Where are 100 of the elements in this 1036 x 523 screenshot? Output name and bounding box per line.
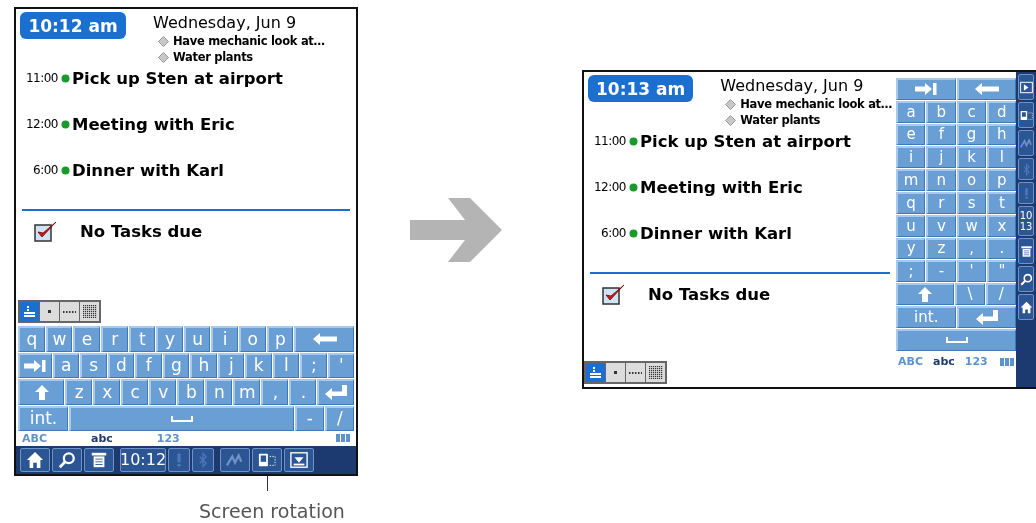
keyboard-key[interactable]: c: [121, 379, 149, 405]
task-preview[interactable]: Water plants: [173, 50, 253, 64]
keyboard-key[interactable]: ;: [300, 352, 327, 378]
home-button[interactable]: [1018, 294, 1034, 320]
keyboard-key[interactable]: k: [245, 352, 272, 378]
keyboard-key[interactable]: a: [896, 100, 926, 123]
keyboard-key[interactable]: [896, 78, 956, 100]
input-mode-tab[interactable]: ABC: [898, 355, 923, 369]
keyboard-key[interactable]: z: [65, 379, 93, 405]
appointment-title[interactable]: Dinner with Karl: [72, 160, 224, 180]
keyboard-key[interactable]: g: [162, 352, 190, 378]
keyboard-key[interactable]: /: [985, 283, 1016, 305]
keyboard-key[interactable]: [956, 305, 1016, 328]
task-preview[interactable]: Have mechanic look at…: [740, 97, 892, 111]
keyboard-key[interactable]: a: [52, 352, 80, 378]
keyboard-key[interactable]: .: [289, 379, 317, 405]
appointment-title[interactable]: Pick up Sten at airport: [72, 68, 283, 88]
view-button[interactable]: [20, 302, 39, 321]
input-mode-tab[interactable]: 123: [156, 431, 180, 445]
clock-button[interactable]: 10 13: [1018, 206, 1034, 236]
menu-button[interactable]: [84, 448, 114, 472]
keyboard-key[interactable]: r: [100, 326, 128, 352]
keyboard-key[interactable]: d: [107, 352, 135, 378]
keyboard-key[interactable]: w: [45, 326, 73, 352]
keyboard-key[interactable]: [18, 379, 65, 405]
keyboard-key[interactable]: y: [156, 326, 183, 352]
keyboard-key[interactable]: t: [986, 192, 1016, 214]
task-preview[interactable]: Have mechanic look at…: [173, 34, 325, 48]
view-button[interactable]: [40, 302, 59, 321]
clock-badge[interactable]: 10:13 am: [588, 75, 694, 102]
keyboard-key[interactable]: n: [926, 169, 956, 191]
keyboard-key[interactable]: j: [217, 352, 245, 378]
keyboard-key[interactable]: .: [986, 237, 1016, 260]
input-mode-tab[interactable]: abc: [91, 431, 113, 445]
view-button[interactable]: [606, 363, 625, 382]
keyboard-key[interactable]: v: [926, 214, 956, 237]
keyboard-key[interactable]: ,: [261, 379, 289, 405]
keyboard-key[interactable]: o: [239, 326, 266, 352]
keyboard-key[interactable]: k: [956, 146, 986, 169]
appointment-title[interactable]: Dinner with Karl: [640, 223, 792, 243]
keyboard-key[interactable]: [317, 379, 354, 405]
menu-button[interactable]: [1018, 238, 1034, 264]
keyboard-key[interactable]: [294, 326, 354, 352]
keyboard-key[interactable]: -: [926, 260, 956, 283]
keyboard-key[interactable]: j: [926, 146, 956, 169]
find-button[interactable]: [1018, 266, 1034, 292]
view-button[interactable]: [586, 363, 605, 382]
keyboard-key[interactable]: -: [294, 405, 324, 431]
keyboard-key[interactable]: ;: [896, 260, 926, 283]
keyboard-key[interactable]: c: [956, 100, 986, 123]
keyboard-key[interactable]: o: [956, 169, 986, 191]
keyboard-key[interactable]: r: [926, 192, 956, 214]
keyboard-key[interactable]: [956, 78, 1016, 100]
find-button[interactable]: [52, 448, 82, 472]
input-area-button[interactable]: [1018, 74, 1034, 100]
view-button[interactable]: [626, 363, 645, 382]
keyboard-key[interactable]: y: [896, 237, 926, 260]
keyboard-key[interactable]: h: [986, 123, 1016, 146]
keyboard-key[interactable]: w: [956, 214, 986, 237]
keyboard-key[interactable]: p: [266, 326, 294, 352]
appointment-title[interactable]: Meeting with Eric: [640, 177, 803, 197]
keyboard-key[interactable]: g: [956, 123, 986, 146]
clock-badge[interactable]: 10:12 am: [20, 12, 126, 39]
keyboard-key[interactable]: s: [956, 192, 986, 214]
keyboard-key[interactable]: q: [896, 192, 926, 214]
keyboard-key[interactable]: s: [80, 352, 107, 378]
keyboard-key[interactable]: [18, 352, 52, 378]
keyboard-key[interactable]: f: [135, 352, 162, 378]
keyboard-key[interactable]: v: [149, 379, 177, 405]
keyboard-key[interactable]: int.: [18, 405, 68, 431]
home-button[interactable]: [20, 448, 50, 472]
keyboard-key[interactable]: t: [128, 326, 156, 352]
keyboard-key[interactable]: m: [233, 379, 261, 405]
keyboard-key[interactable]: b: [926, 100, 956, 123]
keyboard-key[interactable]: f: [926, 123, 956, 146]
keyboard-key[interactable]: q: [18, 326, 45, 352]
keyboard-key[interactable]: p: [986, 169, 1016, 191]
input-mode-tab[interactable]: ABC: [22, 431, 47, 445]
view-button[interactable]: [80, 302, 99, 321]
keyboard-key[interactable]: e: [896, 123, 926, 146]
keyboard-key[interactable]: z: [926, 237, 956, 260]
keyboard-key[interactable]: n: [205, 379, 233, 405]
keyboard-key[interactable]: [896, 328, 1016, 351]
screen-rotation-button[interactable]: [1018, 102, 1034, 128]
keyboard-key[interactable]: l: [986, 146, 1016, 169]
keyboard-key[interactable]: u: [896, 214, 926, 237]
input-mode-tab[interactable]: abc: [933, 355, 955, 369]
clock-button[interactable]: 10:12: [120, 448, 166, 472]
keyboard-key[interactable]: ": [986, 260, 1016, 283]
keyboard-key[interactable]: x: [93, 379, 121, 405]
keyboard-key[interactable]: i: [211, 326, 238, 352]
keyboard-key[interactable]: ,: [956, 237, 986, 260]
keyboard-key[interactable]: ': [327, 352, 355, 378]
view-button[interactable]: [646, 363, 665, 382]
keyboard-key[interactable]: /: [324, 405, 354, 431]
keyboard-key[interactable]: e: [73, 326, 100, 352]
view-button[interactable]: [60, 302, 79, 321]
keyboard-key[interactable]: b: [177, 379, 205, 405]
keyboard-key[interactable]: x: [986, 214, 1016, 237]
keyboard-key[interactable]: d: [986, 100, 1016, 123]
